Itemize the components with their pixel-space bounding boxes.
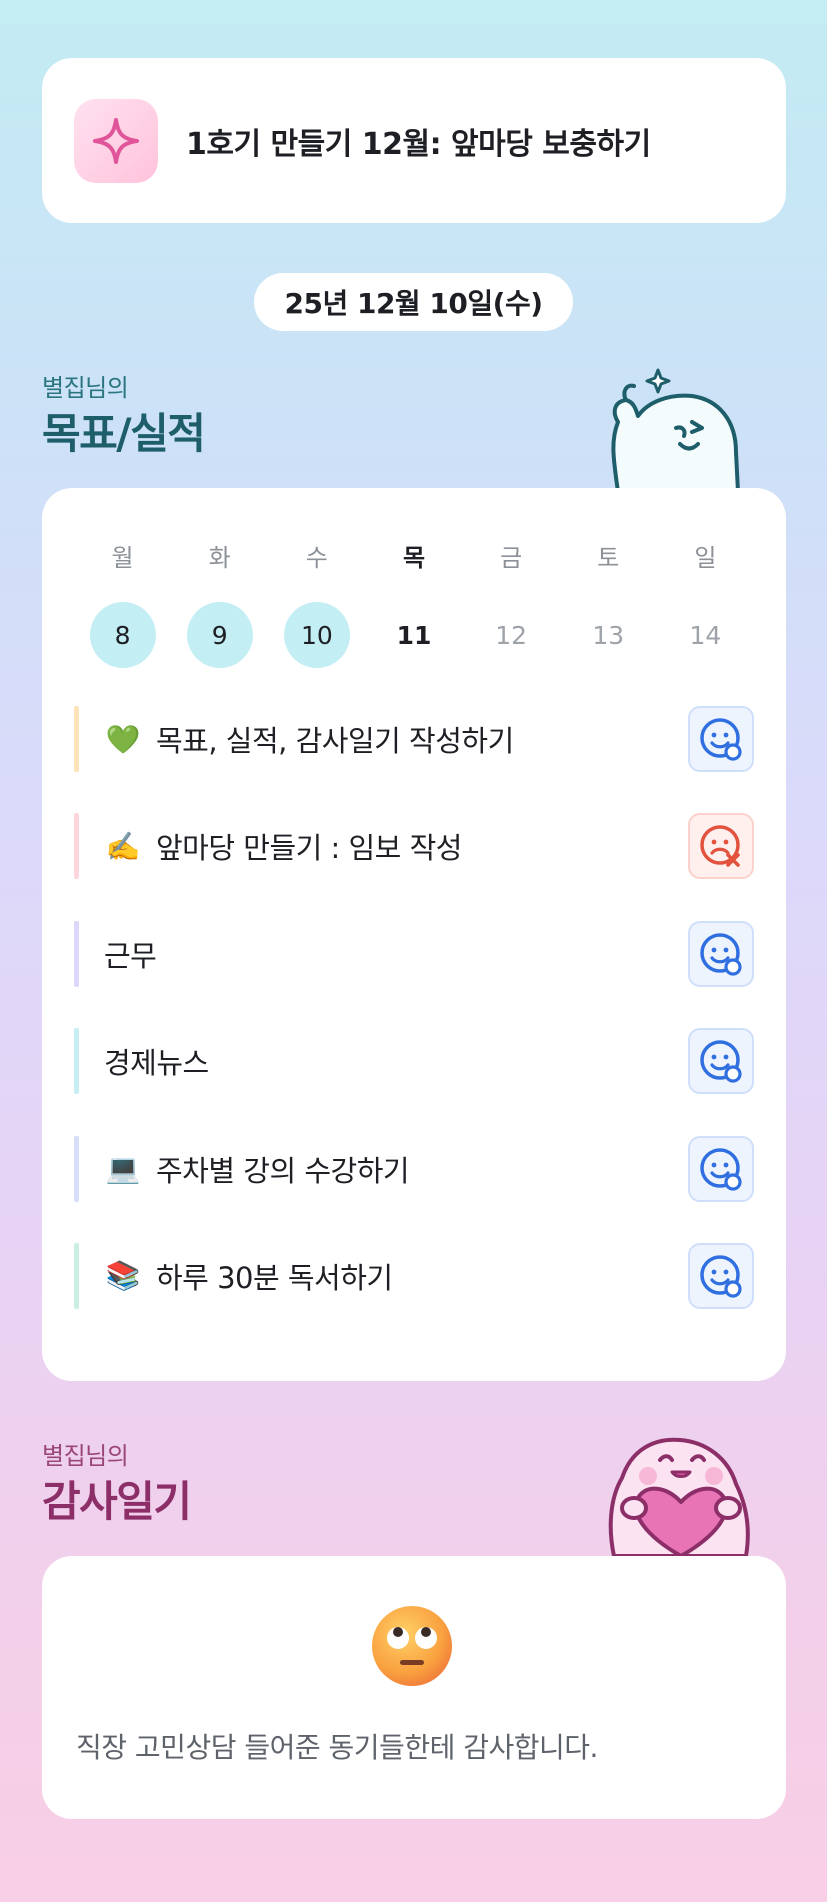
status-missed-button[interactable] (688, 813, 754, 880)
status-achieved-button[interactable] (688, 1242, 754, 1309)
goal-card: 월 8 화 9 수 10 목 11 금 12 토 13 일 14 💚 목표, 실적… (42, 488, 786, 1381)
face-with-rolling-eyes-icon (372, 1606, 452, 1686)
goal-text: 주차별 강의 수강하기 (156, 1153, 410, 1188)
mascot-thumbs-up-icon (611, 368, 740, 492)
goals-section-title: 목표/실적 (42, 409, 206, 458)
day-label: 금 (500, 544, 523, 572)
diary-section-subtitle: 별집님의 (42, 1442, 129, 1470)
smile-face-icon (700, 718, 742, 761)
day-thu[interactable]: 목 11 (365, 538, 462, 668)
goal-item[interactable]: 📚 하루 30분 독서하기 (74, 1242, 754, 1309)
day-label: 화 (208, 544, 231, 572)
day-sun[interactable]: 일 14 (657, 538, 754, 668)
goal-text: 앞마당 만들기 : 임보 작성 (156, 831, 462, 866)
day-number[interactable]: 13 (575, 602, 641, 668)
goal-emoji-icon: 💚 (105, 722, 141, 756)
day-tue[interactable]: 화 9 (171, 538, 268, 668)
goal-color-bar (74, 813, 79, 880)
smile-face-icon (700, 933, 742, 976)
goal-text: 목표, 실적, 감사일기 작성하기 (156, 724, 514, 758)
goal-item[interactable]: 💚 목표, 실적, 감사일기 작성하기 (74, 706, 754, 772)
diary-section-title: 감사일기 (42, 1477, 192, 1526)
day-sat[interactable]: 토 13 (560, 538, 657, 668)
smile-face-icon (700, 1255, 742, 1298)
goal-color-bar (74, 920, 79, 987)
goal-item[interactable]: 근무 (74, 920, 754, 987)
goal-item[interactable]: ✍️ 앞마당 만들기 : 임보 작성 (74, 813, 754, 880)
day-number[interactable]: 12 (478, 602, 544, 668)
goal-color-bar (74, 1028, 79, 1095)
day-fri[interactable]: 금 12 (463, 538, 560, 668)
goal-text: 근무 (104, 938, 157, 973)
day-wed[interactable]: 수 10 (268, 538, 365, 668)
status-achieved-button[interactable] (688, 1135, 754, 1202)
day-mon[interactable]: 월 8 (74, 538, 171, 668)
sad-face-icon (700, 825, 740, 868)
week-calendar: 월 8 화 9 수 10 목 11 금 12 토 13 일 14 (74, 538, 754, 668)
goal-color-bar (74, 706, 79, 772)
goal-item[interactable]: 💻 주차별 강의 수강하기 (74, 1135, 754, 1202)
goal-color-bar (74, 1135, 79, 1202)
goal-emoji-icon: 💻 (105, 1152, 141, 1186)
diary-card[interactable]: 직장 고민상담 들어준 동기들한테 감사합니다. (42, 1556, 786, 1819)
status-achieved-button[interactable] (688, 920, 754, 987)
day-number[interactable]: 11 (381, 602, 447, 668)
day-label: 수 (305, 544, 328, 572)
goal-text: 경제뉴스 (104, 1046, 209, 1081)
goal-emoji-icon: ✍️ (105, 829, 141, 863)
day-number[interactable]: 14 (672, 602, 738, 668)
day-number[interactable]: 10 (283, 602, 350, 668)
diary-entry-text: 직장 고민상담 들어준 동기들한테 감사합니다. (76, 1731, 598, 1764)
goal-color-bar (74, 1242, 79, 1309)
sparkle-icon (74, 98, 158, 183)
goal-text: 하루 30분 독서하기 (156, 1260, 393, 1295)
goal-list: 💚 목표, 실적, 감사일기 작성하기 ✍️ 앞마당 만들기 : 임보 작성근무경제뉴… (74, 706, 754, 1350)
day-label: 월 (111, 544, 134, 572)
day-number[interactable]: 8 (89, 602, 156, 668)
smile-face-icon (700, 1147, 742, 1191)
monthly-goal-text: 1호기 만들기 12월: 앞마당 보충하기 (186, 126, 651, 162)
goals-section-subtitle: 별집님의 (42, 374, 129, 402)
day-label: 토 (597, 544, 620, 572)
date-pill[interactable]: 25년 12월 10일(수) (254, 273, 573, 331)
smile-face-icon (700, 1040, 742, 1083)
status-achieved-button[interactable] (688, 1028, 754, 1095)
day-label: 일 (694, 544, 717, 572)
day-number[interactable]: 9 (186, 602, 253, 668)
goal-emoji-icon: 📚 (105, 1259, 141, 1293)
day-label: 목 (402, 544, 426, 572)
mascot-heart-icon (608, 1437, 750, 1556)
goal-item[interactable]: 경제뉴스 (74, 1028, 754, 1095)
monthly-goal-banner[interactable]: 1호기 만들기 12월: 앞마당 보충하기 (42, 58, 786, 223)
status-achieved-button[interactable] (688, 706, 754, 772)
